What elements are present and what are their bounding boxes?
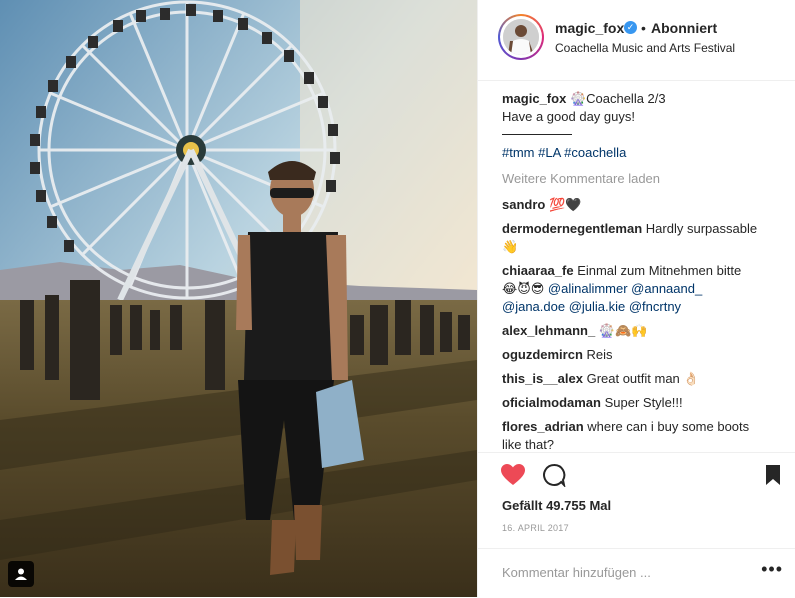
likes-count[interactable]: Gefällt 49.755 Mal <box>502 498 611 513</box>
post-date: 16. APRIL 2017 <box>502 523 569 533</box>
header-username[interactable]: magic_fox <box>555 20 624 36</box>
tagged-user-icon[interactable] <box>8 561 34 587</box>
comment: alex_lehmann_ 🎡🙈🙌 <box>502 322 792 340</box>
caption-line2: Have a good day guys! <box>502 109 635 124</box>
comment: oguzdemircn Reis <box>502 346 792 364</box>
comment-icon[interactable] <box>542 463 566 487</box>
post-header: magic_fox ✓ • Abonniert Coachella Music … <box>478 0 795 81</box>
verified-badge-icon: ✓ <box>624 21 637 34</box>
comment-text: Reis <box>586 347 613 362</box>
comment-text: Great outfit man 👌🏻 <box>586 371 700 386</box>
emoji-icons: 😂😈😎 <box>502 281 548 296</box>
comment: this_is__alex Great outfit man 👌🏻 <box>502 370 792 388</box>
follow-status-button[interactable]: Abonniert <box>651 20 717 36</box>
comment-username[interactable]: alex_lehmann_ <box>502 323 595 338</box>
comment-mentions[interactable]: @jana.doe @julia.kie @fncrtny <box>502 299 681 314</box>
comment-mentions[interactable]: @alinalimmer @annaand_ <box>548 281 702 296</box>
comment-text: 💯🖤 <box>548 197 582 212</box>
avatar-image <box>503 19 539 55</box>
avatar[interactable] <box>498 14 544 60</box>
bookmark-icon[interactable] <box>765 464 781 486</box>
comment-username[interactable]: oficialmodaman <box>502 395 601 410</box>
caption-divider <box>502 134 572 135</box>
comment-text: 🎡🙈🙌 <box>598 323 648 338</box>
instagram-post: magic_fox ✓ • Abonniert Coachella Music … <box>0 0 795 597</box>
comment-username[interactable]: dermodernegentleman <box>502 221 642 236</box>
load-more-comments-button[interactable]: Weitere Kommentare laden <box>502 170 792 188</box>
comment-text-line2: like that? <box>502 437 555 452</box>
comment: dermodernegentleman Hardly surpassable 👋 <box>502 220 792 256</box>
more-options-icon[interactable]: ••• <box>761 559 783 580</box>
comment-text: Hardly surpassable <box>645 221 758 236</box>
caption-hashtags[interactable]: #tmm #LA #coachella <box>502 144 792 162</box>
comment-text: Super Style!!! <box>604 395 683 410</box>
comment-username[interactable]: oguzdemircn <box>502 347 583 362</box>
post-details-panel: magic_fox ✓ • Abonniert Coachella Music … <box>477 0 795 597</box>
comment: chiaaraa_fe Einmal zum Mitnehmen bitte 😂… <box>502 262 792 316</box>
comment-username[interactable]: this_is__alex <box>502 371 583 386</box>
post-photo[interactable] <box>0 0 477 597</box>
ferris-wheel-emoji-icon: 🎡 <box>569 91 587 106</box>
comment-text: where can i buy some boots <box>587 419 750 434</box>
caption: magic_fox 🎡Coachella 2/3 Have a good day… <box>502 90 792 126</box>
comment-username[interactable]: sandro <box>502 197 545 212</box>
location-link[interactable]: Coachella Music and Arts Festival <box>555 41 735 55</box>
caption-username[interactable]: magic_fox <box>502 91 566 106</box>
header-separator: • <box>641 20 646 36</box>
heart-icon[interactable] <box>500 463 526 487</box>
caption-text: Coachella 2/3 <box>586 91 666 106</box>
comment: oficialmodaman Super Style!!! <box>502 394 792 412</box>
add-comment-input[interactable]: Kommentar hinzufügen ... <box>502 565 651 580</box>
comment-username[interactable]: flores_adrian <box>502 419 584 434</box>
post-actions-bar <box>478 452 795 493</box>
comment: sandro 💯🖤 <box>502 196 792 214</box>
comment-text: Einmal zum Mitnehmen bitte <box>577 263 742 278</box>
comment-text-line2: 👋 <box>502 239 519 254</box>
photo-image <box>0 0 477 597</box>
comment: flores_adrian where can i buy some boots… <box>502 418 792 454</box>
comment-username[interactable]: chiaaraa_fe <box>502 263 574 278</box>
add-comment-bar: Kommentar hinzufügen ... ••• <box>478 548 795 598</box>
